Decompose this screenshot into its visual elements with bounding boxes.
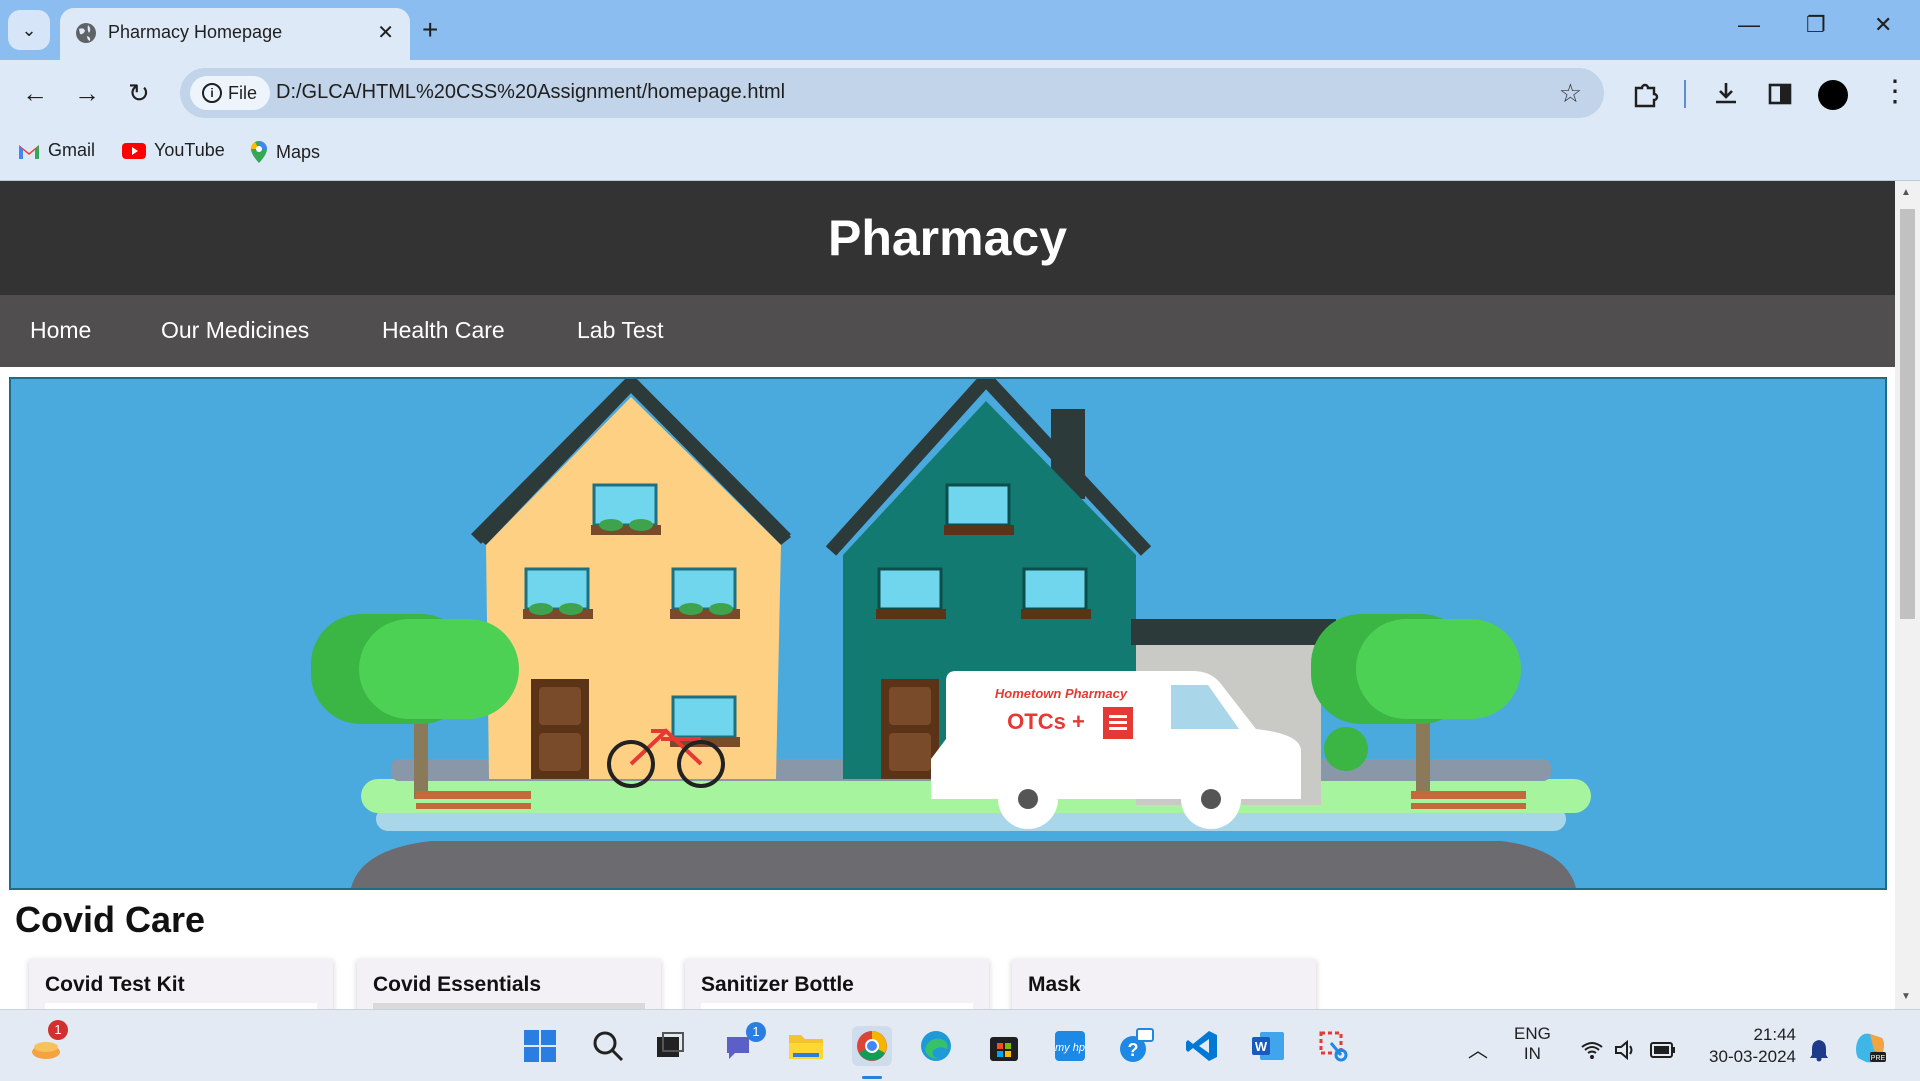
battery-icon[interactable] xyxy=(1650,1042,1676,1058)
nav-health-care[interactable]: Health Care xyxy=(382,317,505,344)
bookmark-label: YouTube xyxy=(154,140,225,160)
more-menu-icon[interactable]: ⋮ xyxy=(1880,74,1910,109)
clock-time: 21:44 xyxy=(1753,1025,1796,1044)
language-indicator[interactable]: ENG IN xyxy=(1514,1024,1551,1064)
bookmark-maps[interactable]: Maps xyxy=(250,140,320,164)
site-title: Pharmacy xyxy=(827,210,1068,266)
close-tab-icon[interactable]: ✕ xyxy=(377,20,394,45)
globe-icon xyxy=(76,23,96,43)
side-panel-icon[interactable] xyxy=(1766,80,1794,108)
scroll-up-icon[interactable]: ▲ xyxy=(1901,187,1911,198)
product-card[interactable]: Mask xyxy=(1012,959,1316,1009)
nav-home[interactable]: Home xyxy=(30,317,91,344)
svg-text:W: W xyxy=(1255,1039,1268,1054)
site-nav: Home Our Medicines Health Care Lab Test xyxy=(0,295,1895,367)
bookmark-youtube[interactable]: YouTube xyxy=(122,140,225,161)
card-title: Covid Essentials xyxy=(373,973,542,996)
product-card[interactable]: Covid Test Kit xyxy=(29,959,333,1009)
start-windows-icon[interactable] xyxy=(520,1026,560,1066)
page-viewport: Pharmacy Home Our Medicines Health Care … xyxy=(0,181,1895,1009)
notification-badge: 1 xyxy=(746,1022,766,1042)
myhp-icon[interactable]: my hp xyxy=(1050,1026,1090,1066)
show-hidden-icons-chevron[interactable]: ︿ xyxy=(1468,1034,1488,1063)
language-code: ENG xyxy=(1514,1024,1551,1043)
bookmark-label: Gmail xyxy=(48,140,96,160)
toolbar-divider xyxy=(1684,80,1686,108)
card-title: Mask xyxy=(1028,973,1081,996)
support-assistant-icon[interactable]: ? xyxy=(1116,1026,1156,1066)
reload-icon[interactable]: ↻ xyxy=(128,78,150,109)
tab-search-button[interactable]: ⌄ xyxy=(8,10,50,50)
product-card[interactable]: Covid Essentials xyxy=(357,959,661,1009)
browser-toolbar: ← → ↻ i File D:/GLCA/HTML%20CSS%20Assign… xyxy=(0,60,1920,128)
word-icon[interactable]: W xyxy=(1248,1026,1288,1066)
bookmark-gmail[interactable]: Gmail xyxy=(18,140,95,161)
scroll-down-icon[interactable]: ▼ xyxy=(1901,991,1911,1002)
card-title: Sanitizer Bottle xyxy=(701,973,854,996)
bookmarks-bar: Gmail YouTube Maps xyxy=(0,128,1920,181)
card-title: Covid Test Kit xyxy=(45,973,185,996)
van-label-line1: Hometown Pharmacy xyxy=(995,686,1128,701)
pharmacy-street-illustration: Hometown Pharmacy OTCs + xyxy=(311,379,1591,888)
file-explorer-icon[interactable] xyxy=(786,1026,826,1066)
microsoft-store-icon[interactable] xyxy=(984,1026,1024,1066)
hero-banner: Hometown Pharmacy OTCs + xyxy=(9,377,1887,890)
youtube-icon xyxy=(122,142,146,159)
bookmark-label: Maps xyxy=(276,141,321,162)
address-bar[interactable]: i File D:/GLCA/HTML%20CSS%20Assignment/h… xyxy=(180,68,1604,118)
site-header: Pharmacy xyxy=(0,181,1895,295)
chevron-down-icon: ⌄ xyxy=(21,19,37,40)
copilot-icon[interactable]: PRE xyxy=(1852,1030,1888,1066)
snipping-tool-icon[interactable] xyxy=(1314,1026,1354,1066)
nav-lab-test[interactable]: Lab Test xyxy=(577,317,664,344)
van-label-line2: OTCs + xyxy=(1007,709,1085,734)
extensions-icon[interactable] xyxy=(1632,80,1660,108)
task-view-icon[interactable] xyxy=(650,1026,690,1066)
notification-badge: 1 xyxy=(48,1020,68,1040)
download-icon[interactable] xyxy=(1712,80,1740,108)
forward-icon[interactable]: → xyxy=(74,78,100,109)
product-card[interactable]: Sanitizer Bottle xyxy=(685,959,989,1009)
vscode-icon[interactable] xyxy=(1182,1026,1222,1066)
region-code: IN xyxy=(1523,1044,1541,1063)
svg-text:?: ? xyxy=(1128,1040,1139,1060)
os-taskbar: 1 1 my hp ? W ︿ ENG IN 21:44 30-03-2024 … xyxy=(0,1009,1920,1081)
clock-date: 30-03-2024 xyxy=(1709,1047,1796,1066)
restore-icon[interactable]: ❐ xyxy=(1806,12,1826,38)
back-icon[interactable]: ← xyxy=(22,78,48,109)
edge-icon[interactable] xyxy=(916,1026,956,1066)
page-scrollbar[interactable]: ▲ ▼ xyxy=(1895,181,1920,1009)
profile-avatar[interactable] xyxy=(1818,80,1848,110)
bookmark-star-icon[interactable]: ☆ xyxy=(1559,78,1582,109)
volume-icon[interactable] xyxy=(1614,1040,1638,1060)
new-tab-button[interactable]: + xyxy=(422,12,438,48)
nav-our-medicines[interactable]: Our Medicines xyxy=(161,317,309,344)
url-text[interactable]: D:/GLCA/HTML%20CSS%20Assignment/homepage… xyxy=(276,81,785,104)
svg-text:PRE: PRE xyxy=(1871,1055,1886,1062)
clock[interactable]: 21:44 30-03-2024 xyxy=(1700,1024,1796,1068)
minimize-icon[interactable]: — xyxy=(1738,12,1760,38)
info-icon: i xyxy=(202,83,222,103)
search-icon[interactable] xyxy=(588,1026,628,1066)
wifi-icon[interactable] xyxy=(1580,1040,1604,1060)
site-chip-label: File xyxy=(228,82,258,103)
scrollbar-thumb[interactable] xyxy=(1900,209,1915,619)
active-app-indicator xyxy=(862,1076,882,1079)
svg-text:my hp: my hp xyxy=(1055,1042,1085,1054)
site-info-chip[interactable]: i File xyxy=(190,76,270,110)
gmail-icon xyxy=(19,144,39,159)
active-tab[interactable]: Pharmacy Homepage ✕ xyxy=(60,8,410,60)
tab-title: Pharmacy Homepage xyxy=(108,22,283,42)
section-title: Covid Care xyxy=(15,899,206,940)
chrome-icon[interactable] xyxy=(852,1026,892,1066)
maps-pin-icon xyxy=(250,141,267,163)
tab-strip: ⌄ Pharmacy Homepage ✕ + — ❐ ✕ xyxy=(0,0,1920,60)
notification-bell-icon[interactable] xyxy=(1808,1038,1830,1062)
close-window-icon[interactable]: ✕ xyxy=(1874,12,1892,38)
